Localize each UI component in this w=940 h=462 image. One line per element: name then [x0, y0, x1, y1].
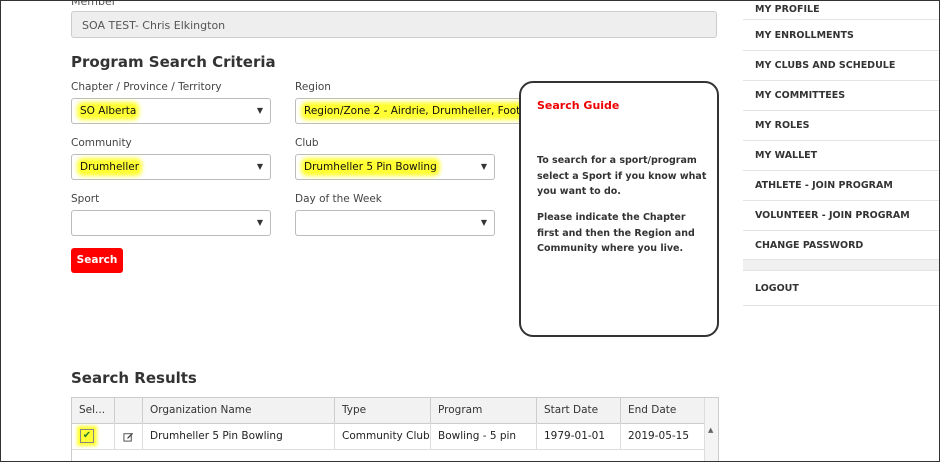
column-header-organization[interactable]: Organization Name	[143, 398, 335, 423]
day-label: Day of the Week	[295, 193, 382, 205]
guide-paragraph-1: To search for a sport/program select a S…	[537, 155, 707, 197]
guide-title: Search Guide	[537, 99, 620, 112]
sport-label: Sport	[71, 193, 100, 205]
cell-program: Bowling - 5 pin	[431, 423, 537, 449]
club-value: Drumheller 5 Pin Bowling	[304, 161, 437, 173]
sidebar-item-my-enrollments[interactable]: MY ENROLLMENTS	[743, 20, 939, 51]
sidebar-item-my-clubs[interactable]: MY CLUBS AND SCHEDULE	[743, 51, 939, 81]
sidebar-item-change-password[interactable]: CHANGE PASSWORD	[743, 231, 939, 260]
search-button[interactable]: Search	[71, 248, 123, 273]
table-scrollbar[interactable]: ▲	[704, 398, 718, 461]
member-field: SOA TEST- Chris Elkington	[71, 11, 717, 38]
scroll-up-icon[interactable]: ▲	[708, 426, 713, 434]
column-header-start-date[interactable]: Start Date	[537, 398, 621, 423]
column-header-end-date[interactable]: End Date	[621, 398, 706, 423]
sidebar-item-athlete-join[interactable]: ATHLETE - JOIN PROGRAM	[743, 171, 939, 201]
sidebar-spacer	[743, 260, 939, 270]
chevron-down-icon: ▼	[256, 218, 263, 227]
community-value: Drumheller	[80, 161, 140, 173]
club-label: Club	[295, 137, 319, 149]
chevron-down-icon: ▼	[480, 162, 487, 171]
account-sidebar: MY PROFILE MY ENROLLMENTS MY CLUBS AND S…	[743, 1, 939, 306]
results-title: Search Results	[71, 369, 197, 387]
checkmark-icon[interactable]: ✔	[80, 429, 94, 443]
criteria-title: Program Search Criteria	[71, 53, 276, 71]
cell-start-date: 1979-01-01	[537, 423, 621, 449]
chapter-label: Chapter / Province / Territory	[71, 81, 222, 93]
sidebar-item-my-roles[interactable]: MY ROLES	[743, 111, 939, 141]
results-table: Sel... Organization Name Type Program St…	[71, 397, 719, 461]
chevron-down-icon: ▼	[256, 162, 263, 171]
sidebar-item-my-committees[interactable]: MY COMMITTEES	[743, 81, 939, 111]
club-select[interactable]: Drumheller 5 Pin Bowling ▼	[295, 154, 495, 180]
region-label: Region	[295, 81, 331, 93]
chevron-down-icon: ▼	[480, 218, 487, 227]
search-guide-callout: Search Guide To search for a sport/progr…	[519, 81, 719, 337]
column-header-edit	[115, 398, 143, 423]
member-label: Member	[71, 0, 117, 8]
row-select-cell[interactable]: ✔	[72, 423, 115, 449]
column-header-program[interactable]: Program	[431, 398, 537, 423]
logout-link[interactable]: LOGOUT	[743, 270, 939, 306]
column-header-select[interactable]: Sel...	[72, 398, 115, 423]
sidebar-item-my-wallet[interactable]: MY WALLET	[743, 141, 939, 171]
cell-organization: Drumheller 5 Pin Bowling	[143, 423, 335, 449]
table-header: Sel... Organization Name Type Program St…	[72, 398, 706, 424]
day-select[interactable]: ▼	[295, 210, 495, 236]
cell-end-date: 2019-05-15	[621, 423, 706, 449]
sidebar-item-volunteer-join[interactable]: VOLUNTEER - JOIN PROGRAM	[743, 201, 939, 231]
chapter-value: SO Alberta	[80, 105, 137, 117]
sport-select[interactable]: ▼	[71, 210, 271, 236]
chapter-select[interactable]: SO Alberta ▼	[71, 98, 271, 124]
edit-icon[interactable]	[115, 423, 143, 449]
chevron-down-icon: ▼	[256, 106, 263, 115]
sidebar-item-my-profile[interactable]: MY PROFILE	[743, 1, 939, 20]
table-row[interactable]: ✔ Drumheller 5 Pin Bowling Community Clu…	[72, 423, 706, 450]
community-label: Community	[71, 137, 132, 149]
column-header-type[interactable]: Type	[335, 398, 431, 423]
page-frame: Member SOA TEST- Chris Elkington Program…	[0, 0, 940, 462]
guide-paragraph-2: Please indicate the Chapter first and th…	[537, 212, 695, 254]
cell-type: Community Club	[335, 423, 431, 449]
community-select[interactable]: Drumheller ▼	[71, 154, 271, 180]
